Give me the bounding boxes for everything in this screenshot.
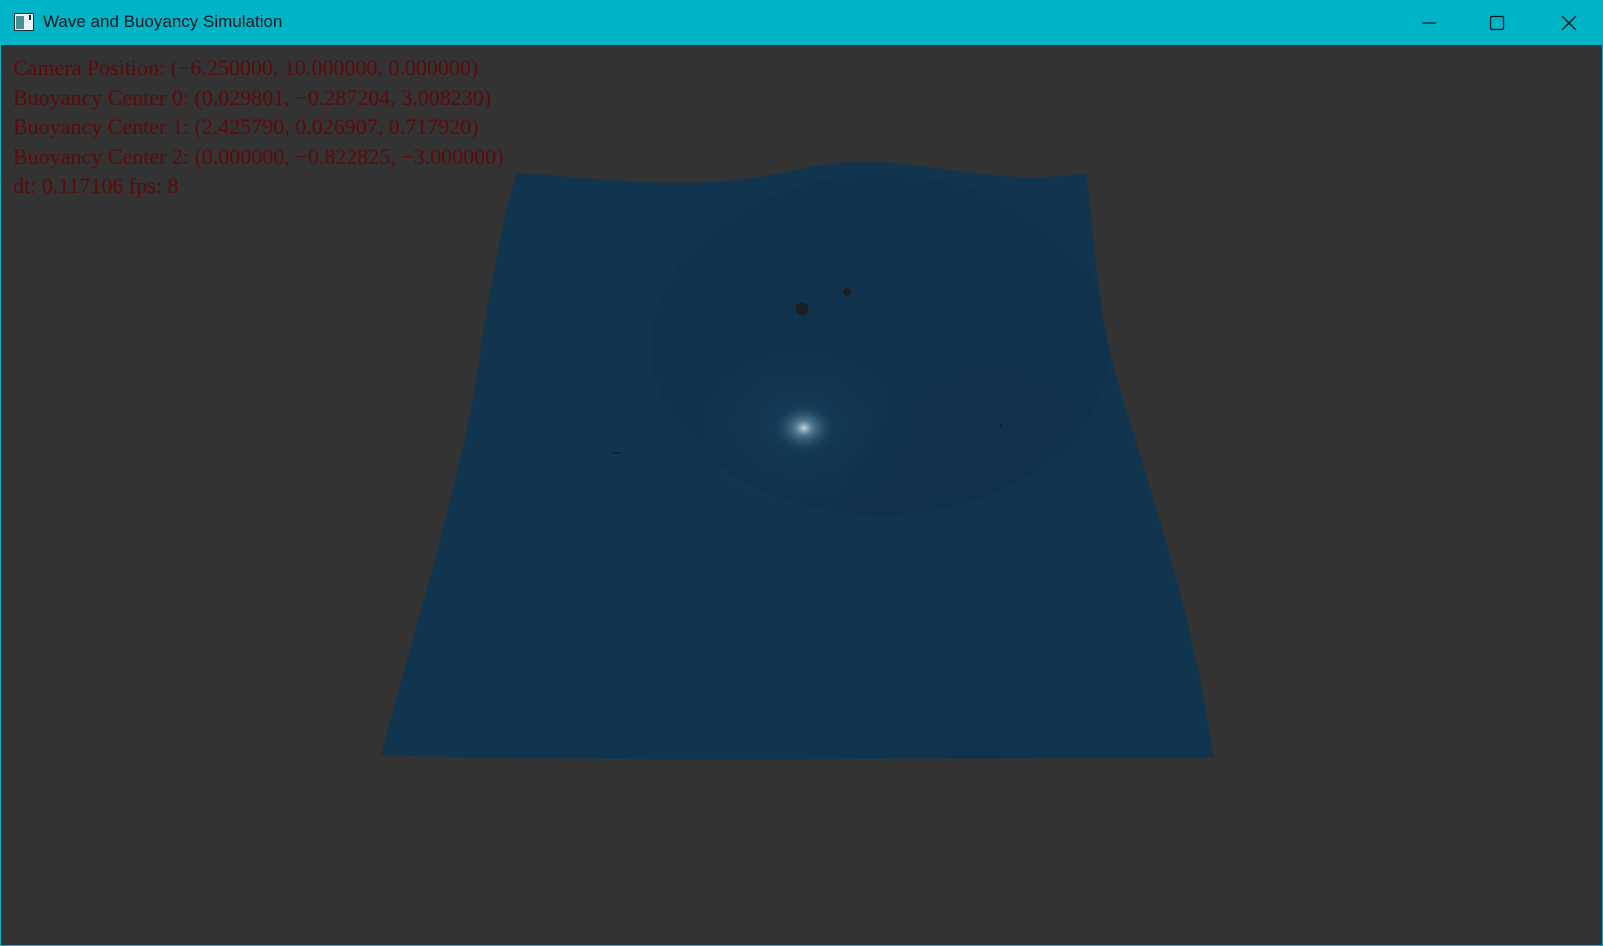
- water-surface: [381, 161, 1214, 760]
- maximize-button[interactable]: [1464, 1, 1530, 45]
- maximize-icon: [1489, 15, 1505, 31]
- buoyant-object-0: [795, 302, 809, 316]
- timing-readout: dt: 0.117106 fps: 8: [13, 173, 179, 198]
- buoyancy-center-2-readout: Buoyancy Center 2: (0.000000, −0.822825,…: [13, 143, 504, 169]
- title-bar[interactable]: Wave and Buoyancy Simulation: [1, 1, 1602, 45]
- minimize-button[interactable]: [1396, 1, 1462, 45]
- camera-position-readout: Camera Position: (−6.250000, 10.000000, …: [13, 55, 479, 80]
- buoyant-object-2: [613, 452, 621, 454]
- debug-overlay: Camera Position: (−6.250000, 10.000000, …: [13, 53, 503, 201]
- surface-speck: [1000, 423, 1002, 429]
- window-title: Wave and Buoyancy Simulation: [43, 12, 283, 31]
- close-icon: [1561, 15, 1577, 31]
- render-viewport[interactable]: Camera Position: (−6.250000, 10.000000, …: [1, 45, 1602, 945]
- close-button[interactable]: [1536, 1, 1602, 45]
- app-window-icon: [14, 13, 34, 31]
- buoyancy-center-0-readout: Buoyancy Center 0: (0.029801, −0.287204,…: [13, 84, 492, 110]
- buoyant-object-1: [843, 288, 851, 296]
- application-window: Wave and Buoyancy Simulation Camera Posi…: [0, 0, 1603, 946]
- buoyancy-center-1-readout: Buoyancy Center 1: (2.425790, 0.026907, …: [13, 114, 479, 139]
- minimize-icon: [1422, 22, 1436, 24]
